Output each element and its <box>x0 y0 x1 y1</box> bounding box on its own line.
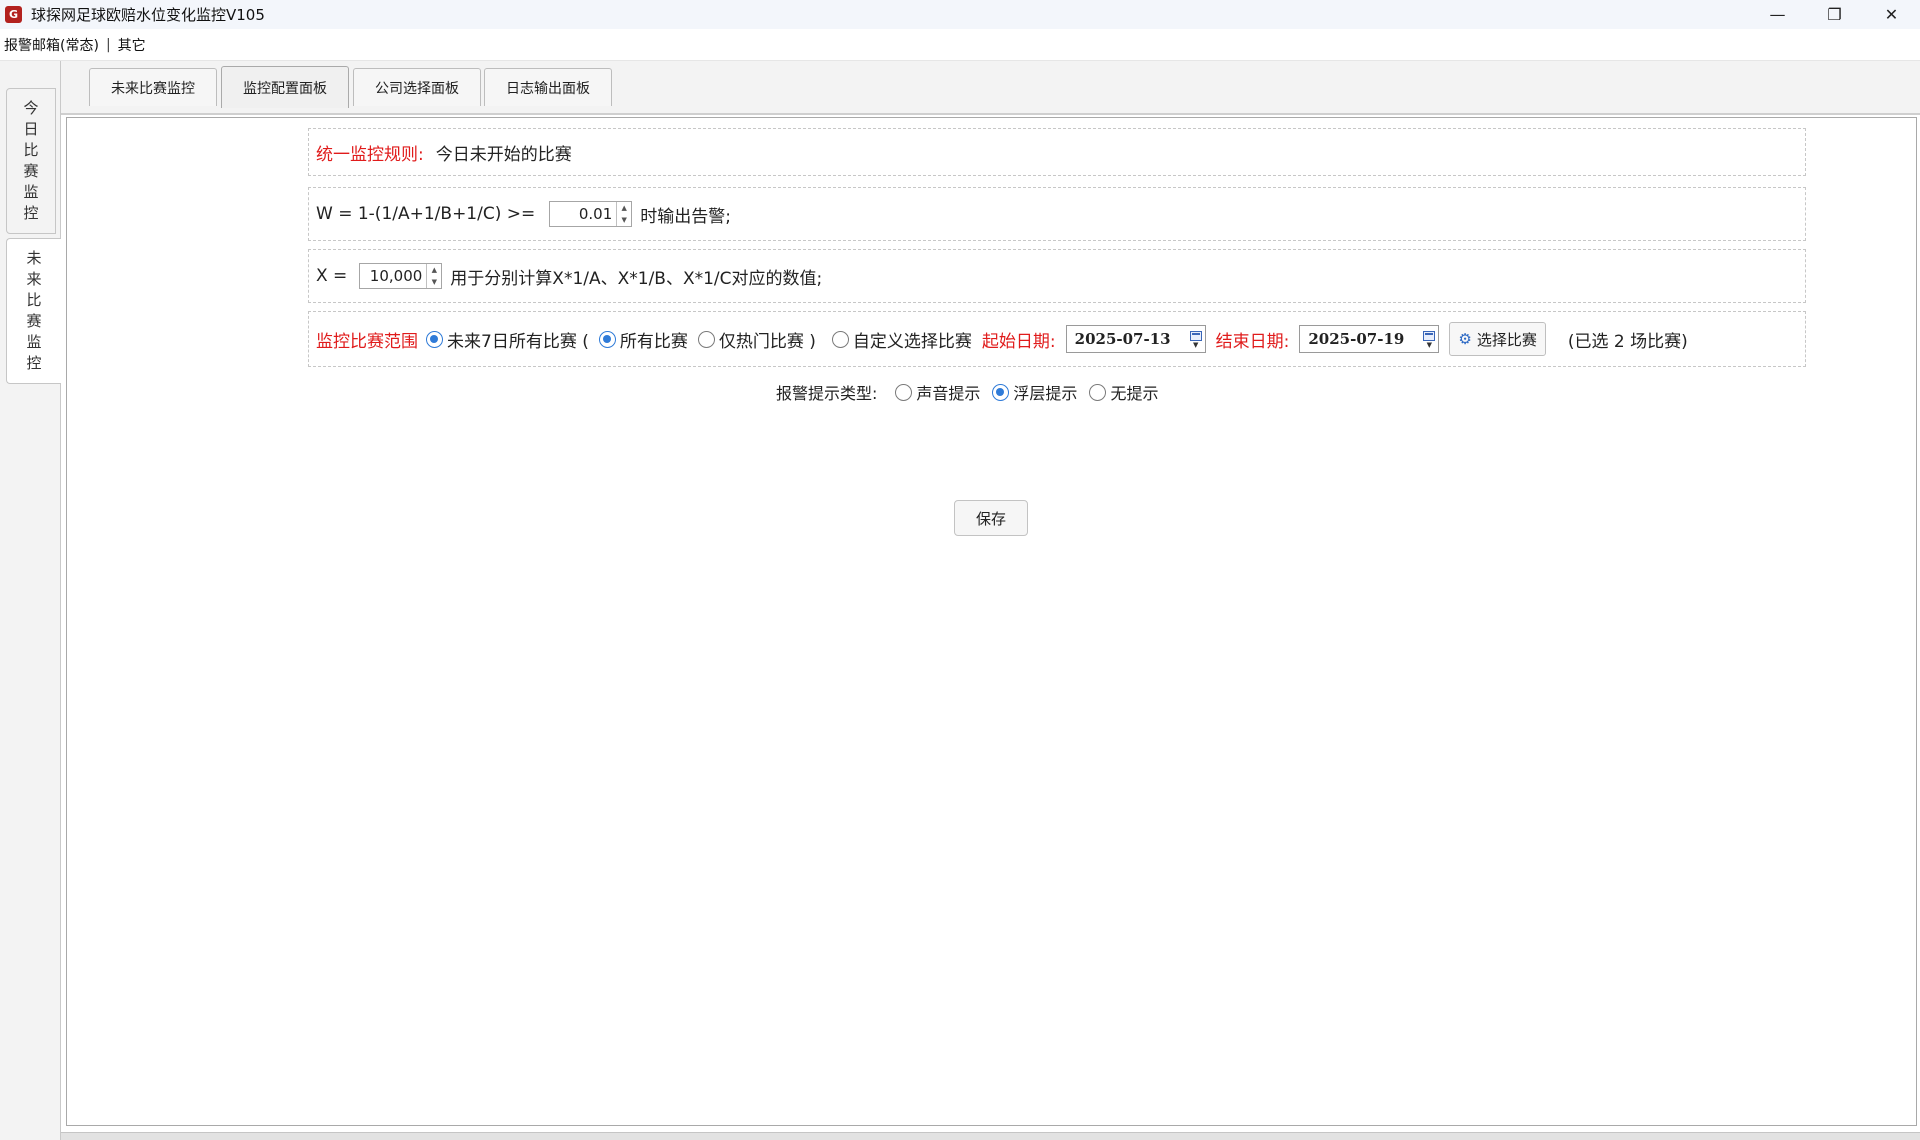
side-tab-future-monitor[interactable]: 未 来 比 赛 监 控 <box>6 238 61 384</box>
close-button[interactable]: ✕ <box>1863 0 1920 29</box>
side-tab-char: 监 <box>23 183 39 201</box>
caret-down-icon: ▼ <box>1192 339 1199 349</box>
side-tab-strip: 今 日 比 赛 监 控 未 来 比 赛 监 控 <box>0 61 61 1140</box>
calendar-dropdown-button[interactable]: ▼ <box>1187 326 1205 352</box>
w-threshold-value[interactable]: 0.01 <box>550 205 616 223</box>
tab-log-output-panel[interactable]: 日志输出面板 <box>484 68 612 106</box>
calendar-dropdown-button[interactable]: ▼ <box>1420 326 1438 352</box>
sound-alert-label[interactable]: 声音提示 <box>916 380 980 404</box>
side-tab-char: 控 <box>26 354 42 372</box>
end-date-value[interactable]: 2025-07-19 <box>1308 330 1420 348</box>
side-tab-today-monitor[interactable]: 今 日 比 赛 监 控 <box>6 88 56 234</box>
start-date-label: 起始日期: <box>981 331 1056 352</box>
gear-icon: ⚙ <box>1458 330 1472 348</box>
save-button[interactable]: 保存 <box>954 500 1028 536</box>
side-tab-char: 来 <box>26 270 42 288</box>
caret-down-icon: ▼ <box>1426 339 1433 349</box>
select-matches-button[interactable]: ⚙ 选择比赛 <box>1449 322 1546 356</box>
side-tab-char: 比 <box>26 291 42 309</box>
w-threshold-stepper[interactable]: 0.01 ▲ ▼ <box>549 201 633 227</box>
rule-frame: 统一监控规则: 今日未开始的比赛 <box>308 128 1806 176</box>
rule-value: 今日未开始的比赛 <box>435 144 572 165</box>
end-date-label: 结束日期: <box>1215 331 1290 352</box>
select-matches-label: 选择比赛 <box>1476 330 1537 349</box>
range-frame: 监控比赛范围 未来7日所有比赛 ( 所有比赛 仅热门比赛 ) 自定义选择比赛 起… <box>308 311 1806 367</box>
menu-other[interactable]: 其它 <box>114 35 150 55</box>
radio-all-label[interactable]: 所有比赛 <box>620 327 688 352</box>
side-tab-char: 赛 <box>26 312 42 330</box>
rule-label: 统一监控规则: <box>316 144 424 165</box>
radio-no-alert[interactable] <box>1089 383 1107 401</box>
window-controls: — ❐ ✕ <box>1749 0 1920 29</box>
radio-hot-label[interactable]: 仅热门比赛 ) <box>719 327 816 352</box>
alert-type-row: 报警提示类型: 声音提示 浮层提示 无提示 <box>776 380 1158 404</box>
x-value-stepper[interactable]: 10,000 ▲ ▼ <box>359 263 443 289</box>
window-title: 球探网足球欧赔水位变化监控V105 <box>31 6 265 24</box>
restore-button[interactable]: ❐ <box>1806 0 1863 29</box>
tab-monitor-config-panel[interactable]: 监控配置面板 <box>221 66 349 108</box>
radio-all-matches[interactable] <box>598 330 616 348</box>
menu-alert-email[interactable]: 报警邮箱(常态) <box>0 35 103 55</box>
w-threshold-frame: W = 1-(1/A+1/B+1/C) >= 0.01 ▲ ▼ 时输出告警; <box>308 187 1806 241</box>
side-tab-char: 监 <box>26 333 42 351</box>
radio-future7-days[interactable] <box>426 330 443 348</box>
start-date-picker[interactable]: 2025-07-13 ▼ <box>1065 325 1206 353</box>
menu-separator: | <box>105 36 111 53</box>
stepper-arrows[interactable]: ▲ ▼ <box>616 202 631 226</box>
x-suffix: 用于分别计算X*1/A、X*1/B、X*1/C对应的数值; <box>450 268 823 289</box>
menu-bar: 报警邮箱(常态) | 其它 <box>0 29 1920 61</box>
app-logo-icon: G <box>5 6 22 23</box>
x-value-frame: X = 10,000 ▲ ▼ 用于分别计算X*1/A、X*1/B、X*1/C对应… <box>308 249 1806 303</box>
minimize-button[interactable]: — <box>1749 0 1806 29</box>
overlay-alert-label[interactable]: 浮层提示 <box>1013 380 1077 404</box>
monitor-config-panel: 统一监控规则: 今日未开始的比赛 W = 1-(1/A+1/B+1/C) >= … <box>66 117 1917 1126</box>
range-label: 监控比赛范围 <box>316 331 418 352</box>
no-alert-label[interactable]: 无提示 <box>1110 380 1158 404</box>
side-tab-char: 赛 <box>23 162 39 180</box>
radio-custom-select[interactable] <box>831 330 849 348</box>
w-suffix: 时输出告警; <box>640 206 731 227</box>
radio-future7-label[interactable]: 未来7日所有比赛 ( <box>447 327 589 352</box>
calendar-icon <box>1423 330 1436 341</box>
start-date-value[interactable]: 2025-07-13 <box>1075 330 1187 348</box>
side-tab-char: 比 <box>23 141 39 159</box>
stepper-up-icon[interactable]: ▲ <box>427 264 441 276</box>
top-tab-strip: 未来比赛监控 监控配置面板 公司选择面板 日志输出面板 <box>61 61 1920 115</box>
radio-overlay-alert[interactable] <box>992 383 1010 401</box>
radio-custom-label[interactable]: 自定义选择比赛 <box>853 327 972 352</box>
side-tab-char: 今 <box>23 99 39 117</box>
stepper-down-icon[interactable]: ▼ <box>617 214 631 226</box>
bottom-scroll-edge <box>61 1132 1920 1140</box>
tab-company-select-panel[interactable]: 公司选择面板 <box>353 68 481 106</box>
side-tab-char: 控 <box>23 204 39 222</box>
side-tab-char: 未 <box>26 249 42 267</box>
radio-sound-alert[interactable] <box>895 383 913 401</box>
tab-future-match-monitor[interactable]: 未来比赛监控 <box>89 68 217 106</box>
stepper-down-icon[interactable]: ▼ <box>427 276 441 288</box>
stepper-up-icon[interactable]: ▲ <box>617 202 631 214</box>
side-tab-char: 日 <box>23 120 39 138</box>
x-value[interactable]: 10,000 <box>360 267 426 285</box>
stepper-arrows[interactable]: ▲ ▼ <box>426 264 441 288</box>
x-label: X = <box>316 266 348 286</box>
calendar-icon <box>1189 330 1202 341</box>
end-date-picker[interactable]: 2025-07-19 ▼ <box>1299 325 1440 353</box>
radio-hot-matches[interactable] <box>697 330 715 348</box>
title-bar: G 球探网足球欧赔水位变化监控V105 — ❐ ✕ <box>0 0 1920 29</box>
w-formula: W = 1-(1/A+1/B+1/C) >= <box>316 204 536 224</box>
selected-count: (已选 2 场比赛) <box>1567 331 1688 352</box>
alert-type-label: 报警提示类型: <box>776 384 878 403</box>
